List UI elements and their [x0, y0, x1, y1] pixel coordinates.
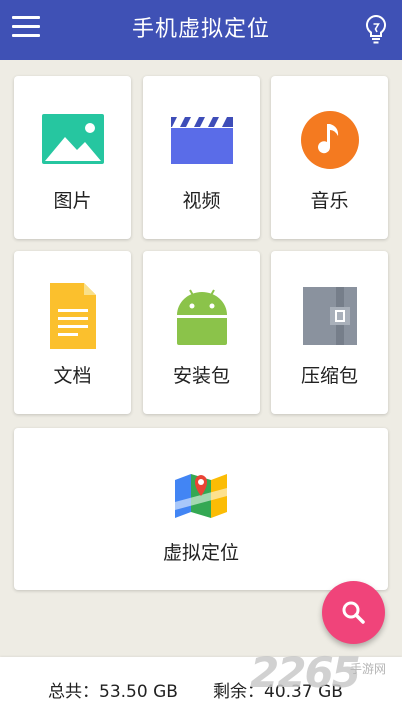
category-card-videos[interactable]: 视频 [143, 76, 260, 239]
video-clapperboard-icon [170, 117, 233, 164]
watermark-number: 2265 [250, 648, 361, 697]
android-icon [176, 289, 227, 345]
document-icon [49, 283, 96, 349]
lightbulb-icon[interactable] [364, 14, 388, 46]
category-card-archives[interactable]: 压缩包 [271, 251, 388, 414]
total-storage-value: 53.50 GB [99, 682, 178, 702]
category-card-music[interactable]: 音乐 [271, 76, 388, 239]
category-label: 安装包 [172, 365, 230, 387]
page-title: 手机虚拟定位 [131, 17, 270, 42]
map-pin-icon [175, 474, 227, 518]
virtual-location-card[interactable]: 虚拟定位 [14, 428, 388, 590]
category-label: 图片 [53, 190, 92, 212]
category-card-apk[interactable]: 安装包 [143, 251, 260, 414]
category-card-images[interactable]: 图片 [14, 76, 131, 239]
search-fab-button[interactable] [322, 581, 385, 644]
watermark-text: 手游网 [350, 662, 387, 676]
category-label: 音乐 [310, 190, 349, 212]
image-icon [41, 114, 104, 164]
total-storage-label: 总共： [48, 682, 99, 702]
category-card-documents[interactable]: 文档 [14, 251, 131, 414]
music-note-icon [300, 111, 359, 169]
app-bar: 手机虚拟定位 [0, 0, 402, 60]
search-icon [342, 601, 365, 624]
category-label: 视频 [182, 190, 221, 212]
virtual-location-label: 虚拟定位 [162, 542, 239, 564]
archive-icon [302, 287, 357, 345]
category-label: 压缩包 [300, 365, 358, 387]
watermark: 2265 手游网 [250, 648, 386, 698]
category-label: 文档 [53, 365, 92, 387]
total-storage: 总共：53.50 GB [48, 677, 178, 702]
